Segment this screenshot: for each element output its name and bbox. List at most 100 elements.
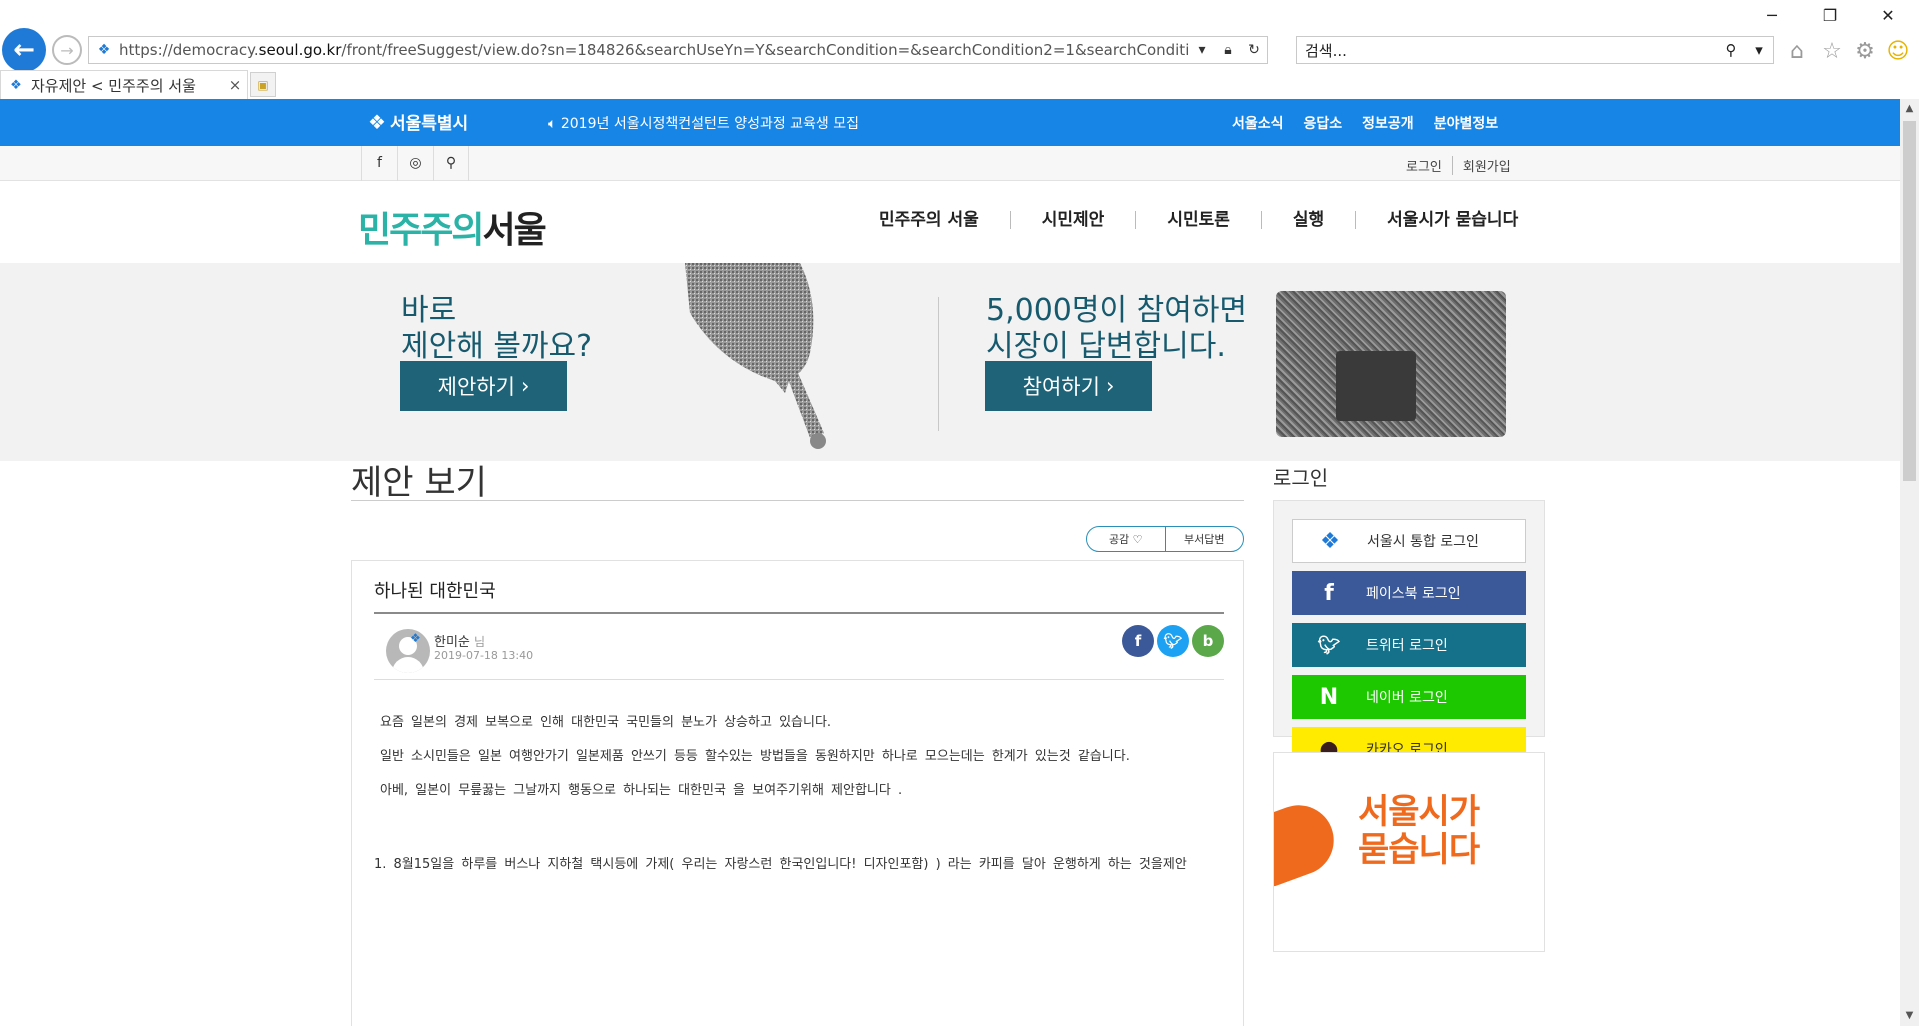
lock-icon[interactable]: 🔒︎: [1215, 42, 1241, 58]
favorites-star-icon[interactable]: ☆: [1818, 38, 1846, 66]
facebook-icon[interactable]: f: [361, 146, 397, 181]
like-button[interactable]: 공감 ♡: [1087, 527, 1165, 551]
facebook-icon: f: [1324, 580, 1334, 606]
top-link-field-info[interactable]: 분야별정보: [1434, 113, 1498, 133]
search-icon[interactable]: ⚲: [433, 146, 469, 181]
tab-title: 자유제안 < 민주주의 서울: [31, 76, 196, 95]
naver-login-label: 네이버 로그인: [1366, 690, 1448, 706]
dropdown-arrow-icon[interactable]: ▾: [1189, 42, 1215, 58]
author-suffix: 님: [474, 635, 486, 649]
banner-right-line2: 시장이 답변합니다.: [986, 329, 1226, 364]
search-icon[interactable]: ⚲: [1717, 41, 1745, 59]
signup-link[interactable]: 회원가입: [1451, 156, 1521, 175]
logo-part-seoul: 서울: [482, 210, 546, 251]
naver-login-button[interactable]: N 네이버 로그인: [1292, 675, 1526, 719]
scroll-down-icon[interactable]: ▼: [1900, 1006, 1919, 1026]
login-link[interactable]: 로그인: [1396, 156, 1452, 175]
settings-gear-icon[interactable]: ⚙: [1851, 38, 1879, 66]
main-navigation: 민주주의서울 민주주의 서울 시민제안 시민토론 실행 서울시가 묻습니다: [0, 181, 1900, 263]
chevron-right-icon: ›: [520, 374, 530, 398]
search-placeholder: 검색...: [1305, 41, 1347, 60]
participate-button[interactable]: 참여하기 ›: [985, 361, 1152, 411]
tab-close-icon[interactable]: ×: [223, 76, 247, 94]
avatar: ❖: [386, 629, 430, 673]
share-facebook-icon[interactable]: f: [1122, 625, 1154, 657]
instagram-icon[interactable]: ◎: [397, 146, 433, 181]
utility-bar: f ◎ ⚲ 로그인 회원가입: [0, 146, 1900, 181]
forward-button[interactable]: →: [52, 35, 82, 65]
nav-citizen-debate[interactable]: 시민토론: [1135, 211, 1261, 229]
url-path: /front/freeSuggest/view.do?sn=184826&sea…: [341, 41, 1189, 59]
meta-divider: [374, 679, 1224, 680]
twitter-login-button[interactable]: 🐦︎ 트위터 로그인: [1292, 623, 1526, 667]
page-scrollbar[interactable]: ▲ ▼: [1900, 99, 1919, 1026]
post-body-line: 일반 소시민들은 일본 여행안가기 일본제품 안쓰기 등등 할수있는 방법들을 …: [380, 749, 1130, 764]
seoul-logo-icon: ❖: [368, 109, 386, 134]
dept-answer-button[interactable]: 부서답변: [1164, 527, 1244, 551]
notice-ticker[interactable]: 🔈︎ 2019년 서울시정책컨설턴트 양성과정 교육생 모집: [548, 113, 859, 133]
restore-icon[interactable]: ❐: [1810, 6, 1850, 30]
refresh-icon[interactable]: ↻: [1241, 42, 1267, 58]
speech-bubble-illustration: [685, 263, 826, 449]
banner-divider: [938, 297, 939, 431]
title-divider: [351, 500, 1244, 501]
democracy-seoul-logo[interactable]: 민주주의서울: [358, 201, 547, 253]
page-title: 제안 보기: [351, 463, 487, 503]
post-body-line: 1. 8월15일을 하루를 버스나 지하철 택시등에 가제( 우리는 자랑스런 …: [374, 857, 1187, 872]
nav-democracy-seoul[interactable]: 민주주의 서울: [848, 211, 1010, 229]
seoul-asks-banner[interactable]: 서울시가 묻습니다: [1273, 752, 1545, 952]
back-button[interactable]: ←: [2, 28, 46, 72]
promo-banner: 바로 제안해 볼까요? 제안하기 › 5,000명이 참여하면 시장이 답변합니다…: [0, 263, 1900, 461]
nav-execution[interactable]: 실행: [1260, 211, 1355, 229]
seoul-logo-text: 서울특별시: [389, 114, 469, 134]
web-page: ❖ 서울특별시 🔈︎ 2019년 서울시정책컨설턴트 양성과정 교육생 모집 서…: [0, 99, 1900, 1026]
share-band-icon[interactable]: b: [1192, 625, 1224, 657]
seoul-logo-icon: ❖: [1320, 528, 1340, 554]
post-body-line: 요즘 일본의 경제 보복으로 인해 대한민국 국민들의 분노가 상승하고 있습니…: [380, 715, 832, 730]
tab-favicon-icon: ❖: [10, 77, 22, 93]
share-twitter-icon[interactable]: 🐦︎: [1157, 625, 1189, 657]
minimize-icon[interactable]: ─: [1752, 6, 1792, 30]
seoul-asks-line2: 묻습니다: [1358, 830, 1480, 870]
url-host: seoul.go.kr: [258, 41, 342, 59]
nav-citizen-proposal[interactable]: 시민제안: [1009, 211, 1136, 229]
search-dropdown-icon[interactable]: ▾: [1745, 41, 1773, 59]
seoul-login-label: 서울시 통합 로그인: [1367, 534, 1479, 550]
new-tab-icon: ▣: [257, 78, 269, 92]
home-icon[interactable]: ⌂: [1783, 38, 1811, 66]
scrollbar-thumb[interactable]: [1903, 121, 1916, 481]
seoul-city-logo[interactable]: ❖ 서울특별시: [368, 109, 469, 135]
thumbs-up-inner: [1336, 351, 1416, 421]
browser-search-input[interactable]: 검색... ⚲ ▾: [1296, 36, 1774, 64]
facebook-login-label: 페이스북 로그인: [1366, 586, 1461, 602]
sidebar-login-title: 로그인: [1273, 466, 1329, 490]
nav-seoul-asks[interactable]: 서울시가 묻습니다: [1355, 211, 1518, 229]
top-link-eungdapso[interactable]: 응답소: [1304, 113, 1343, 133]
gnb-menu: 민주주의 서울 시민제안 시민토론 실행 서울시가 묻습니다: [848, 211, 1518, 229]
post-date: 2019-07-18 13:40: [434, 649, 534, 662]
arrow-left-icon: ←: [13, 35, 35, 65]
login-box: ❖ 서울시 통합 로그인 f 페이스북 로그인 🐦︎ 트위터 로그인 N 네이버…: [1273, 500, 1545, 771]
logo-part-democracy: 민주주의: [358, 210, 484, 251]
top-link-info-disclosure[interactable]: 정보공개: [1362, 113, 1414, 133]
scroll-up-icon[interactable]: ▲: [1900, 99, 1919, 119]
megaphone-icon: [1274, 795, 1344, 889]
participate-button-label: 참여하기: [1022, 375, 1100, 399]
twitter-icon: 🐦︎: [1317, 634, 1341, 656]
browser-tab[interactable]: ❖ 자유제안 < 민주주의 서울 ×: [0, 70, 248, 99]
site-favicon-icon: ❖: [97, 42, 111, 58]
propose-button[interactable]: 제안하기 ›: [400, 361, 567, 411]
facebook-login-button[interactable]: f 페이스북 로그인: [1292, 571, 1526, 615]
close-window-icon[interactable]: ✕: [1868, 6, 1908, 30]
top-link-seoul-news[interactable]: 서울소식: [1232, 113, 1284, 133]
post-title: 하나된 대한민국: [374, 581, 496, 602]
seoul-login-button[interactable]: ❖ 서울시 통합 로그인: [1292, 519, 1526, 563]
new-tab-button[interactable]: ▣: [250, 72, 276, 97]
banner-right-line1: 5,000명이 참여하면: [986, 293, 1248, 328]
seoul-asks-text: 서울시가 묻습니다: [1358, 793, 1480, 870]
auth-links: 로그인 회원가입: [1396, 156, 1521, 175]
url-text[interactable]: https://democracy.seoul.go.kr/front/free…: [119, 41, 1189, 59]
post-body-line: 아베, 일본이 무릎꿇는 그날까지 행동으로 하나되는 대한민국 을 보여주기위…: [380, 783, 903, 798]
address-bar[interactable]: ❖ https://democracy.seoul.go.kr/front/fr…: [88, 36, 1268, 64]
smiley-feedback-icon[interactable]: ☺: [1884, 38, 1912, 66]
